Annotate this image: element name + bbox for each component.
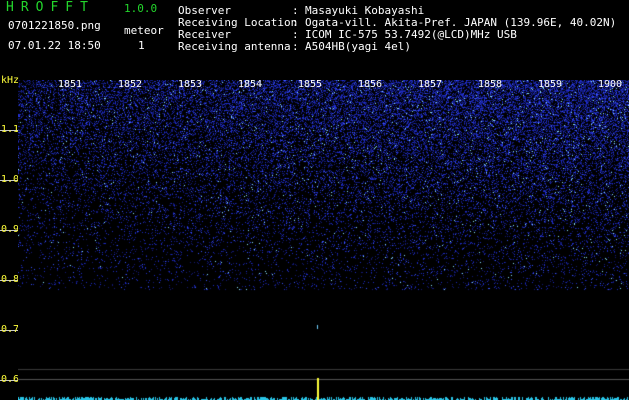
time-label: 1855 (298, 79, 323, 90)
y-axis-label: 0.8 (1, 274, 20, 285)
y-axis-label: 0.6 (1, 374, 20, 385)
time-label: 1859 (538, 79, 563, 90)
info-colon: : (292, 40, 299, 53)
meteor-label: meteor (124, 24, 164, 37)
time-label: 1853 (178, 79, 203, 90)
y-axis-label: 0.7 (1, 324, 20, 335)
time-label: 1856 (358, 79, 383, 90)
y-axis-unit: kHz (1, 75, 20, 86)
header-panel: HROFFT 1.0.0 0701221850.png 07.01.22 18:… (0, 0, 629, 72)
datetime-label: 07.01.22 18:50 (8, 39, 101, 52)
y-axis-label: 0.9 (1, 224, 20, 235)
time-label: 1854 (238, 79, 263, 90)
time-label: 1858 (478, 79, 503, 90)
meteor-count: 1 (138, 39, 145, 52)
y-axis-label: 1.1 (1, 124, 20, 135)
info-label-antenna: Receiving antenna (178, 40, 291, 53)
time-label: 1857 (418, 79, 443, 90)
spectrogram-canvas (18, 80, 629, 400)
time-label: 1851 (58, 79, 83, 90)
time-label: 1900 (598, 79, 623, 90)
app-title: HROFFT (6, 0, 95, 15)
y-axis-label: 1.0 (1, 174, 20, 185)
app-version: 1.0.0 (124, 2, 158, 15)
time-label: 1852 (118, 79, 143, 90)
info-value-antenna: A504HB(yagi 4el) (305, 40, 411, 53)
filename-label: 0701221850.png (8, 19, 101, 32)
